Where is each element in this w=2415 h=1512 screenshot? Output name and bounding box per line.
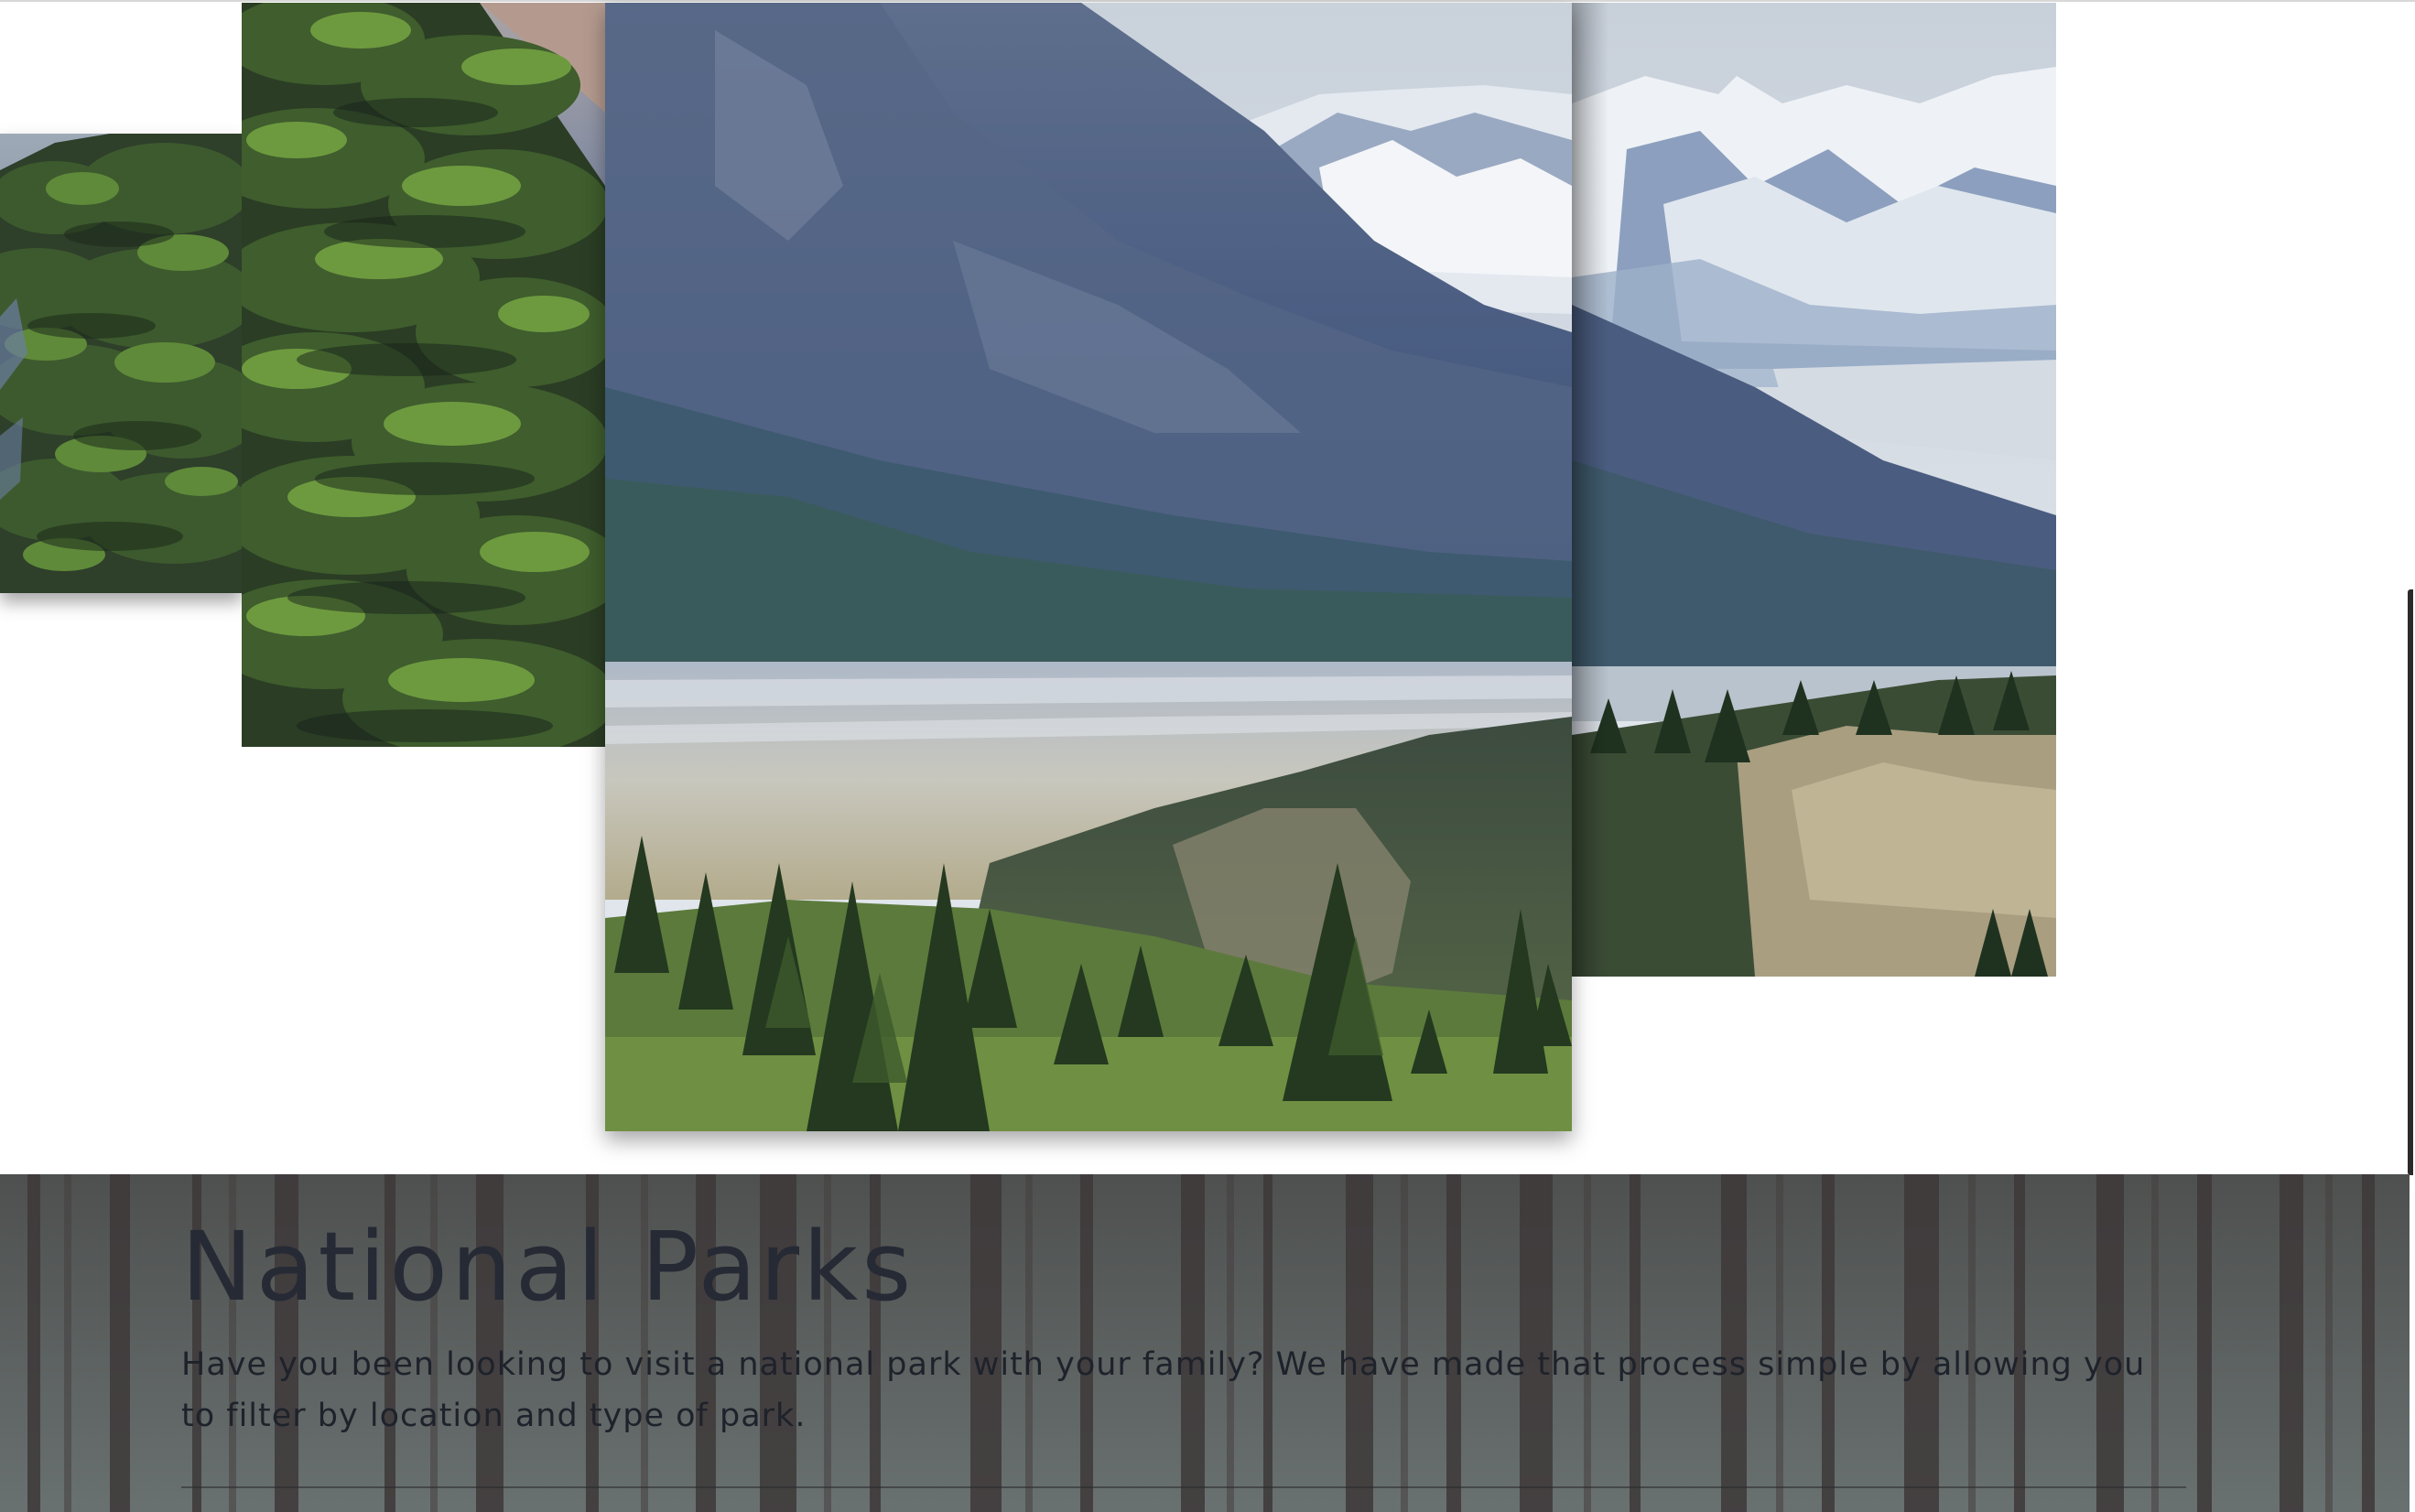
- snowy-peaks-image: [1572, 3, 2056, 977]
- tree-image: [242, 3, 605, 747]
- hero-description: Have you been looking to visit a nationa…: [181, 1346, 2146, 1434]
- divider: [181, 1486, 2186, 1488]
- hero-banner: National Parks Have you been looking to …: [0, 1174, 2410, 1512]
- mountain-valley-image: [605, 3, 1572, 1131]
- image-edge-shadow: [1572, 3, 1608, 977]
- page-title: National Parks: [181, 1211, 915, 1323]
- page: National Parks Have you been looking to …: [0, 0, 2415, 1512]
- left-tree-image: [0, 134, 243, 593]
- top-border: [0, 0, 2415, 2]
- scrollbar-edge[interactable]: [2408, 589, 2413, 1175]
